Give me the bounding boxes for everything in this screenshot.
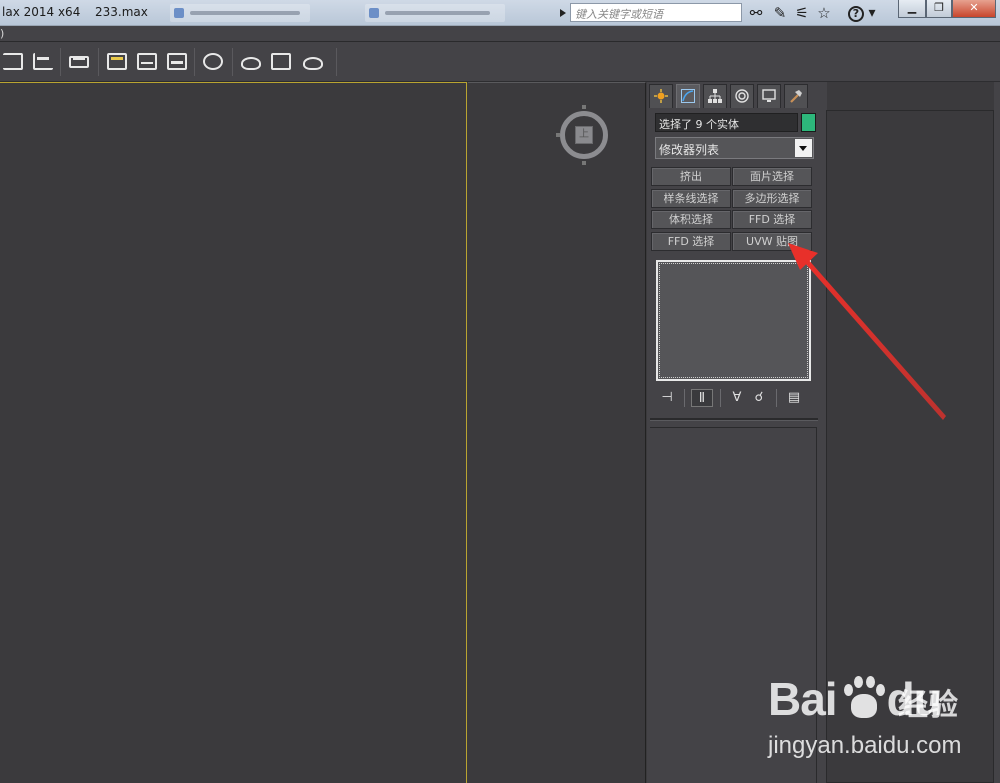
hierarchy-icon [708,89,722,103]
minimize-button[interactable]: ▁ [898,0,926,18]
tab-favicon-icon [174,8,184,18]
mirror-icon[interactable] [0,50,26,74]
modifier-button-ffd-select-2[interactable]: FFD 选择 [651,232,731,251]
motion-icon [735,89,749,103]
modifier-button-uvw-map[interactable]: UVW 贴图 [732,232,812,251]
menu-bar: ) [0,26,1000,42]
taskbar-tab[interactable] [170,4,310,22]
taskbar-tab[interactable] [365,4,505,22]
secondary-viewport[interactable] [468,82,646,783]
tab-create[interactable] [649,84,673,108]
show-end-result-icon[interactable]: Ⅱ [691,389,713,407]
star-icon[interactable]: ☆ [814,3,834,23]
watermark-url: jingyan.baidu.com [768,732,962,759]
modifier-stack-toolbar: ⊣ Ⅱ ∀ ☌ ▤ [650,386,820,410]
app-title: lax 2014 x64 [2,5,81,19]
tab-display[interactable] [757,84,781,108]
perspective-viewport[interactable] [0,82,467,783]
tab-favicon-icon [369,8,379,18]
render-setup-icon[interactable] [238,50,264,74]
selection-name-field[interactable]: 选择了 9 个实体 [655,113,798,132]
align-icon[interactable] [30,50,56,74]
panel-divider [650,418,818,421]
file-name: 233.max [95,5,148,19]
create-sun-icon [654,89,668,103]
layer-manager-icon[interactable] [66,50,92,74]
render-production-icon[interactable] [300,50,326,74]
search-expand-arrow-icon[interactable] [558,4,568,22]
modifier-button-volume-select[interactable]: 体积选择 [651,210,731,229]
rendered-frame-window-icon[interactable] [268,50,294,74]
modifier-button-spline-select[interactable]: 样条线选择 [651,189,731,208]
help-button[interactable]: ? ▾ [848,3,878,23]
modify-curve-icon [681,89,695,103]
curve-editor-icon[interactable] [134,50,160,74]
baidu-paw-icon [838,674,890,726]
modifier-list-dropdown[interactable]: 修改器列表 [655,137,814,159]
configure-modifier-sets-icon[interactable]: ▤ [783,389,805,407]
right-gutter [994,82,1000,783]
viewcube[interactable]: 上 [556,105,610,165]
viewcube-face[interactable]: 上 [575,126,593,144]
tab-motion[interactable] [730,84,754,108]
remove-modifier-icon[interactable]: ☌ [748,389,770,407]
close-button[interactable]: ✕ [952,0,996,18]
tab-utilities[interactable] [784,84,808,108]
schematic-view-icon[interactable] [164,50,190,74]
watermark-cn: 经验 [898,688,958,723]
baidu-jingyan-watermark: Bai du 经验 jingyan.baidu.com [768,672,988,772]
help-icon: ? [848,6,864,22]
tab-modify[interactable] [676,84,700,108]
restore-button[interactable]: ❐ [926,0,952,18]
binoculars-icon[interactable]: ⚯ [746,3,766,23]
chevron-down-icon[interactable] [795,139,812,157]
object-color-swatch[interactable] [801,113,816,132]
menu-fragment: ) [0,27,5,40]
satellite-icon[interactable]: ⚟ [792,3,812,23]
material-editor-icon[interactable] [200,50,226,74]
main-toolbar [0,42,1000,82]
modifier-stack-list[interactable] [656,260,811,381]
title-bar: lax 2014 x64 233.max 键入关键字或短语 ⚯ ✎ ⚟ ☆ ? … [0,0,1000,26]
modifier-button-patch-select[interactable]: 面片选择 [732,167,812,186]
search-input[interactable]: 键入关键字或短语 [570,3,742,22]
wrench-icon[interactable]: ✎ [770,3,790,23]
modifier-button-ffd-select[interactable]: FFD 选择 [732,210,812,229]
pin-stack-icon[interactable]: ⊣ [656,389,678,407]
modifier-button-extrude[interactable]: 挤出 [651,167,731,186]
display-monitor-icon [762,89,776,102]
utilities-hammer-icon [790,90,802,103]
scene-explorer-icon[interactable] [104,50,130,74]
tab-hierarchy[interactable] [703,84,727,108]
modifier-button-poly-select[interactable]: 多边形选择 [732,189,812,208]
make-unique-icon[interactable]: ∀ [726,389,748,407]
